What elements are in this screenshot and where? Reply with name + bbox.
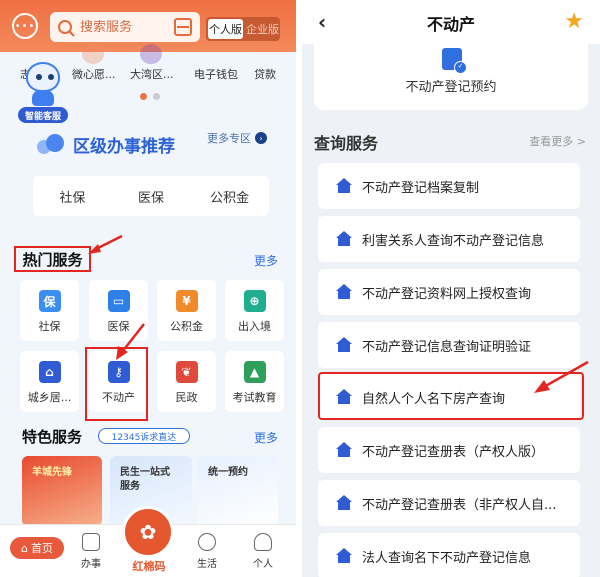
house-icon [336,178,352,194]
document-icon [82,533,100,551]
globe-icon: ⊕ [243,290,266,312]
grad-cap-icon: ▲ [243,361,266,383]
mode-enterprise-tab[interactable]: 企业版 [245,17,280,41]
query-item[interactable]: 不动产登记查册表（非产权人自... [318,480,580,526]
featured-services-title: 特色服务 [22,428,83,446]
search-box[interactable] [50,12,200,42]
quick-item[interactable]: 电子钱包 [194,66,238,82]
arrow-right-icon: › [255,132,267,144]
home-icon: ⌂ [21,541,28,555]
house-icon [336,231,352,247]
carousel-dot-active [140,93,147,100]
featured-card[interactable]: 羊城先锋 [22,456,102,526]
assistant-badge[interactable]: 智能客服 [18,107,68,123]
tab-home[interactable]: ⌂ 首页 [10,537,64,559]
search-input[interactable] [80,19,160,35]
favorite-star-icon[interactable]: ★ [564,9,584,34]
district-recommend-card: 区级办事推荐 更多专区 › [33,124,279,166]
house-coin-icon: ¥ [175,290,198,312]
house-icon [336,284,352,300]
quick-item-icon [140,44,162,64]
booking-card[interactable]: 不动产登记预约 [314,44,588,110]
left-screen: ••• 个人版 企业版 志 微心愿... 大湾区... 电子钱包 贷款 智能客服 [0,0,296,577]
service-exam-education[interactable]: ▲ 考试教育 [225,351,284,412]
district-tabs: 社保 医保 公积金 [33,176,269,216]
district-tab[interactable]: 公积金 [190,187,269,206]
annotation-arrow-icon [116,323,145,360]
page-header: ‹ 不动产 ★ [302,0,600,44]
mode-switch[interactable]: 个人版 企业版 [206,17,280,41]
compass-icon [198,533,216,551]
district-tab[interactable]: 医保 [112,187,191,206]
person-icon [254,533,272,551]
house-icon: ⌂ [38,361,61,383]
house-icon [336,442,352,458]
document-check-icon [442,48,467,74]
featured-more-link[interactable]: 更多 [254,429,278,446]
service-housing-fund[interactable]: ¥ 公积金 [157,280,216,341]
right-screen: ‹ 不动产 ★ 不动产登记预约 查询服务 查看更多 > 不动产登记档案复制 利害… [302,0,600,577]
carousel-dots [140,93,160,101]
query-item[interactable]: 不动产登记资料网上授权查询 [318,269,580,315]
tab-work[interactable]: 办事 [66,525,116,577]
search-icon [58,20,72,34]
annotation-arrow-icon [534,360,589,393]
bubble-icon [37,132,67,156]
service-urban-rural[interactable]: ⌂ 城乡居... [20,351,79,412]
house-icon [336,548,352,564]
card-icon: ▭ [107,290,130,312]
house-icon [336,337,352,353]
carousel-dot [153,93,160,100]
district-title: 区级办事推荐 [73,137,175,157]
annotation-arrow-icon [88,234,123,254]
tab-me[interactable]: 个人 [238,525,288,577]
query-services-title: 查询服务 [314,134,379,153]
hands-icon: ❦ [175,361,198,383]
service-exit-entry[interactable]: ⊕ 出入境 [225,280,284,341]
query-item[interactable]: 法人查询名下不动产登记信息 [318,533,580,577]
quick-item[interactable]: 微心愿... [72,66,116,82]
assistant-mascot-icon[interactable] [22,62,62,108]
query-item[interactable]: 利害关系人查询不动产登记信息 [318,216,580,262]
page-title: 不动产 [426,15,475,34]
hot-services-more-link[interactable]: 更多 [254,252,278,269]
hotline-pill[interactable]: 12345诉求直达 [98,428,190,444]
featured-card[interactable]: 统一预约 [198,456,278,526]
district-tab[interactable]: 社保 [33,187,112,206]
kapok-code-icon[interactable]: ✿ [122,506,174,558]
quick-item[interactable]: 大湾区... [130,66,174,82]
query-more-link[interactable]: 查看更多 > [529,133,586,149]
service-civil-affairs[interactable]: ❦ 民政 [157,351,216,412]
tab-life[interactable]: 生活 [182,525,232,577]
scan-icon[interactable] [174,18,192,36]
shield-icon: 保 [38,290,61,312]
query-item[interactable]: 不动产登记档案复制 [318,163,580,209]
hot-services-title: 热门服务 [14,246,91,272]
quick-item[interactable]: 贷款 [254,66,276,82]
query-item[interactable]: 不动产登记查册表（产权人版） [318,427,580,473]
quick-item-icon [82,44,104,64]
mode-personal-tab[interactable]: 个人版 [208,19,243,39]
tab-kapok-code[interactable]: 红棉码 [126,558,172,574]
chat-icon[interactable]: ••• [12,13,38,39]
booking-label: 不动产登记预约 [405,80,497,95]
house-icon [336,495,352,511]
service-social-insurance[interactable]: 保 社保 [20,280,79,341]
district-more-link[interactable]: 更多专区 › [207,130,267,146]
